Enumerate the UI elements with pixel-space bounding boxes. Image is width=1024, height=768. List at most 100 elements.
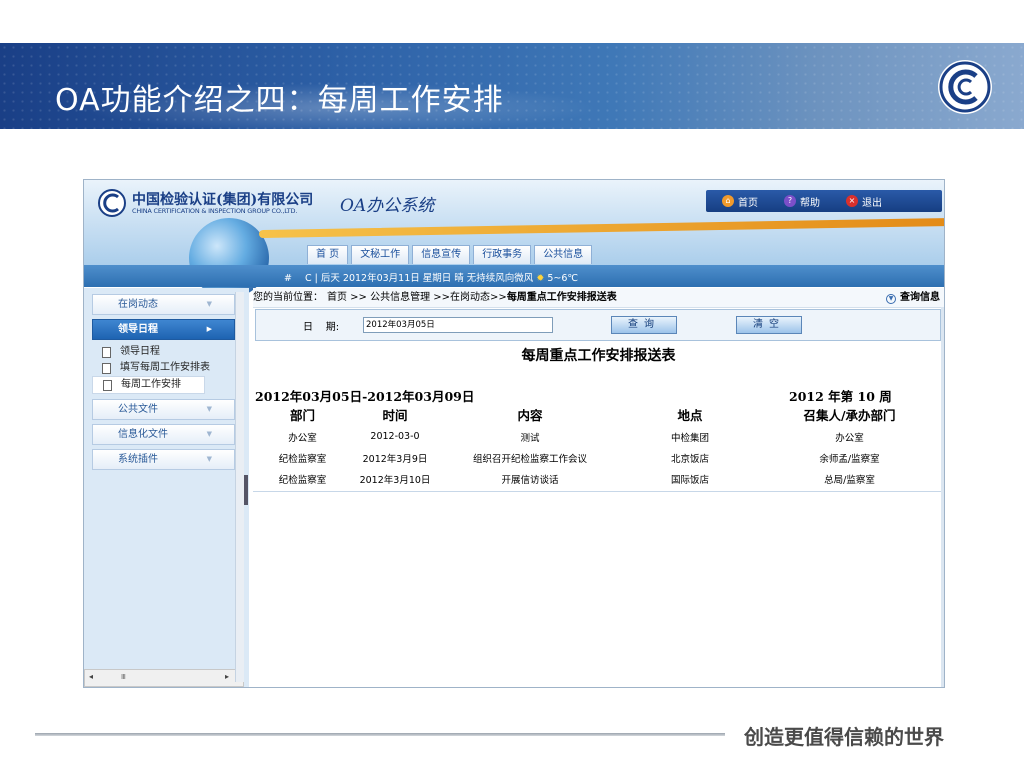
table-cell: 国际饭店 [670,474,709,486]
sidebar-item-on-duty[interactable]: 在岗动态 ▼ [92,294,235,315]
sidebar-vertical-scrollbar[interactable] [235,292,244,682]
exit-icon: × [846,195,858,207]
main-vertical-scrollbar[interactable] [941,307,944,687]
document-icon [103,379,112,391]
top-links: ⌂ 首页 ? 帮助 × 退出 [706,190,942,212]
tab-administration[interactable]: 行政事务 [473,245,532,264]
table-cell: 纪检监察室 [278,453,327,465]
content-divider [253,491,944,492]
table-header-row: 部门 时间 内容 地点 召集人/承办部门 [255,402,939,426]
table-row: 纪检监察室 2012年3月10日 开展信访谈话 国际饭店 总局/监察室 [255,468,939,489]
sidebar-item-label: 在岗动态 [118,299,158,310]
table-cell: 2012年3月9日 [362,453,428,465]
sidebar-subitem-weekly-schedule[interactable]: 每周工作安排 [92,376,205,394]
table-cell: 纪检监察室 [278,474,327,486]
sidebar-item-label: 公共文件 [118,404,158,415]
document-icon [102,362,111,374]
table-cell: 测试 [520,432,540,444]
weather-status: # C | 后天 2012年03月11日 星期日 晴 无持续风向微风 ✹ 5~6… [284,270,578,284]
table-cell: 中检集团 [670,432,709,444]
tab-home[interactable]: 首 页 [307,245,349,264]
tab-publicity[interactable]: 信息宣传 [412,245,471,264]
table-cell: 北京饭店 [670,453,709,465]
chevron-down-icon: ▼ [206,300,212,308]
chevron-right-icon: ▶ [206,325,212,333]
pane-splitter[interactable] [244,475,248,505]
scroll-grip-icon[interactable]: Ⅲ [121,673,126,681]
breadcrumb-path[interactable]: 首页 >> 公共信息管理 >>在岗动态>> [327,292,507,303]
table-cell: 总局/监察室 [824,474,875,486]
table-cell: 办公室 [288,432,317,444]
help-link-label: 帮助 [800,197,820,209]
chevron-down-icon: ▼ [206,455,212,463]
table-cell: 办公室 [835,432,864,444]
tab-public-info[interactable]: 公共信息 [534,245,593,264]
cic-logo-icon [938,60,992,114]
date-input[interactable] [363,317,553,333]
sidebar-subitem-fill-weekly[interactable]: 填写每周工作安排表 [92,360,235,376]
tab-secretarial[interactable]: 文秘工作 [351,245,410,264]
sidebar-subitem-label: 领导日程 [120,346,160,357]
document-icon [102,346,111,358]
main-content: 您的当前位置： 首页 >> 公共信息管理 >>在岗动态>>每周重点工作安排报送表 … [253,288,944,687]
footer-divider [35,733,725,736]
sidebar-item-plugins[interactable]: 系统插件 ▼ [92,449,235,470]
column-header: 部门 [289,407,315,423]
table-cell: 2012年3月10日 [359,474,431,486]
column-header: 召集人/承办部门 [803,407,896,423]
sidebar-horizontal-scrollbar[interactable]: ◂ Ⅲ ▸ [84,669,244,687]
home-link-label: 首页 [738,197,758,209]
company-name-cn: 中国检验认证(集团)有限公司 [132,192,314,208]
date-label: 日 期: [303,322,340,333]
sidebar-subitem-label: 每周工作安排 [121,379,181,390]
weekly-schedule-table: 部门 时间 内容 地点 召集人/承办部门 办公室 2012-03-0 测试 中检… [255,402,939,489]
column-header: 内容 [517,407,543,423]
column-header: 时间 [382,407,408,423]
sidebar-item-label: 系统插件 [118,454,158,465]
company-name-en: CHINA CERTIFICATION & INSPECTION GROUP C… [132,207,298,215]
chevron-down-icon: ▼ [206,405,212,413]
footer-slogan: 创造更值得信赖的世界 [744,725,944,749]
query-info-label: 查询信息 [900,292,940,303]
arrow-down-circle-icon: ▼ [886,294,896,304]
app-header: 中国检验认证(集团)有限公司 CHINA CERTIFICATION & INS… [84,180,944,298]
sidebar-item-label: 领导日程 [118,324,158,335]
home-link[interactable]: ⌂ 首页 [722,194,758,209]
table-cell: 余师孟/监察室 [819,453,880,465]
slide-title: OA功能介绍之四：每周工作安排 [55,83,504,118]
sidebar-item-it-files[interactable]: 信息化文件 ▼ [92,424,235,445]
chevron-down-icon: ▼ [206,430,212,438]
status-hash: # [284,273,292,284]
main-nav-tabs: 首 页 文秘工作 信息宣传 行政事务 公共信息 [307,245,595,264]
table-cell: 开展信访谈话 [501,474,559,486]
scroll-right-icon[interactable]: ▸ [225,672,229,681]
breadcrumb-prefix: 您的当前位置： [253,292,323,303]
table-row: 纪检监察室 2012年3月9日 组织召开纪检监察工作会议 北京饭店 余师孟/监察… [255,447,939,468]
help-icon: ? [784,195,796,207]
sidebar-subitem-label: 填写每周工作安排表 [120,362,210,373]
oa-app-window: 中国检验认证(集团)有限公司 CHINA CERTIFICATION & INS… [83,179,945,688]
clear-button[interactable]: 清空 [736,316,802,334]
column-header: 地点 [677,407,703,423]
system-title: OA办公系统 [340,196,435,216]
breadcrumb: 您的当前位置： 首页 >> 公共信息管理 >>在岗动态>>每周重点工作安排报送表 … [253,288,944,308]
sidebar-item-leader-schedule[interactable]: 领导日程 ▶ [92,319,235,340]
sun-icon: ✹ [536,273,545,284]
help-link[interactable]: ? 帮助 [784,194,820,209]
table-row: 办公室 2012-03-0 测试 中检集团 办公室 [255,426,939,447]
query-info-link[interactable]: ▼ 查询信息 [886,288,940,307]
weather-text: C | 后天 2012年03月11日 星期日 晴 无持续风向微风 [305,273,534,284]
exit-link[interactable]: × 退出 [846,194,882,209]
scroll-left-icon[interactable]: ◂ [89,672,93,681]
sidebar-subitem-leader-schedule[interactable]: 领导日程 [92,344,235,360]
sidebar-item-public-files[interactable]: 公共文件 ▼ [92,399,235,420]
search-form: 日 期: 查询 清空 [255,309,941,341]
weather-temp: 5~6℃ [547,273,579,284]
exit-link-label: 退出 [862,197,882,209]
header-swoosh [259,217,944,239]
company-logo-icon [98,189,126,217]
sidebar-item-label: 信息化文件 [118,429,168,440]
query-button[interactable]: 查询 [611,316,677,334]
table-cell: 2012-03-0 [370,431,420,442]
sidebar-menu: 在岗动态 ▼ 领导日程 ▶ 领导日程 填写每周工作安排表 每周工作安排 公共文件 [92,294,235,474]
